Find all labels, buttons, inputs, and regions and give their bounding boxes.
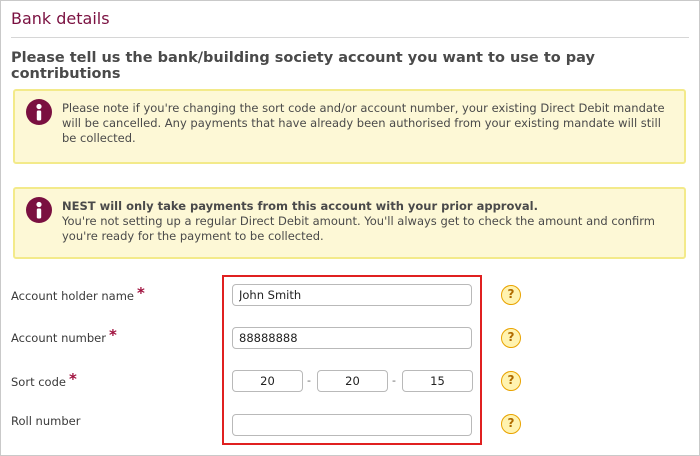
- title-divider: [11, 37, 689, 38]
- page-title: Bank details: [11, 9, 110, 28]
- page-subtitle: Please tell us the bank/building society…: [11, 50, 595, 82]
- notice-mandate: Please note if you're changing the sort …: [13, 89, 686, 164]
- help-icon[interactable]: ?: [501, 285, 521, 305]
- help-icon[interactable]: ?: [501, 328, 521, 348]
- notice-body: NEST will only take payments from this a…: [62, 199, 674, 244]
- help-icon[interactable]: ?: [501, 414, 521, 434]
- info-icon: [26, 197, 52, 223]
- required-marker: *: [108, 326, 117, 344]
- required-marker: *: [136, 284, 145, 302]
- bank-details-panel: Bank details Please tell us the bank/bui…: [0, 0, 700, 456]
- notice-text: You're not setting up a regular Direct D…: [62, 214, 655, 243]
- notice-heading: NEST will only take payments from this a…: [62, 199, 538, 213]
- account-holder-label: Account holder name *: [11, 284, 145, 303]
- highlight-box: [222, 275, 482, 445]
- notice-text: Please note if you're changing the sort …: [62, 101, 665, 145]
- notice-approval: NEST will only take payments from this a…: [13, 187, 686, 259]
- sort-code-label: Sort code *: [11, 370, 77, 389]
- required-marker: *: [68, 370, 77, 388]
- help-icon[interactable]: ?: [501, 371, 521, 391]
- account-number-label: Account number *: [11, 326, 117, 345]
- info-icon: [26, 99, 52, 125]
- roll-number-label: Roll number: [11, 414, 81, 428]
